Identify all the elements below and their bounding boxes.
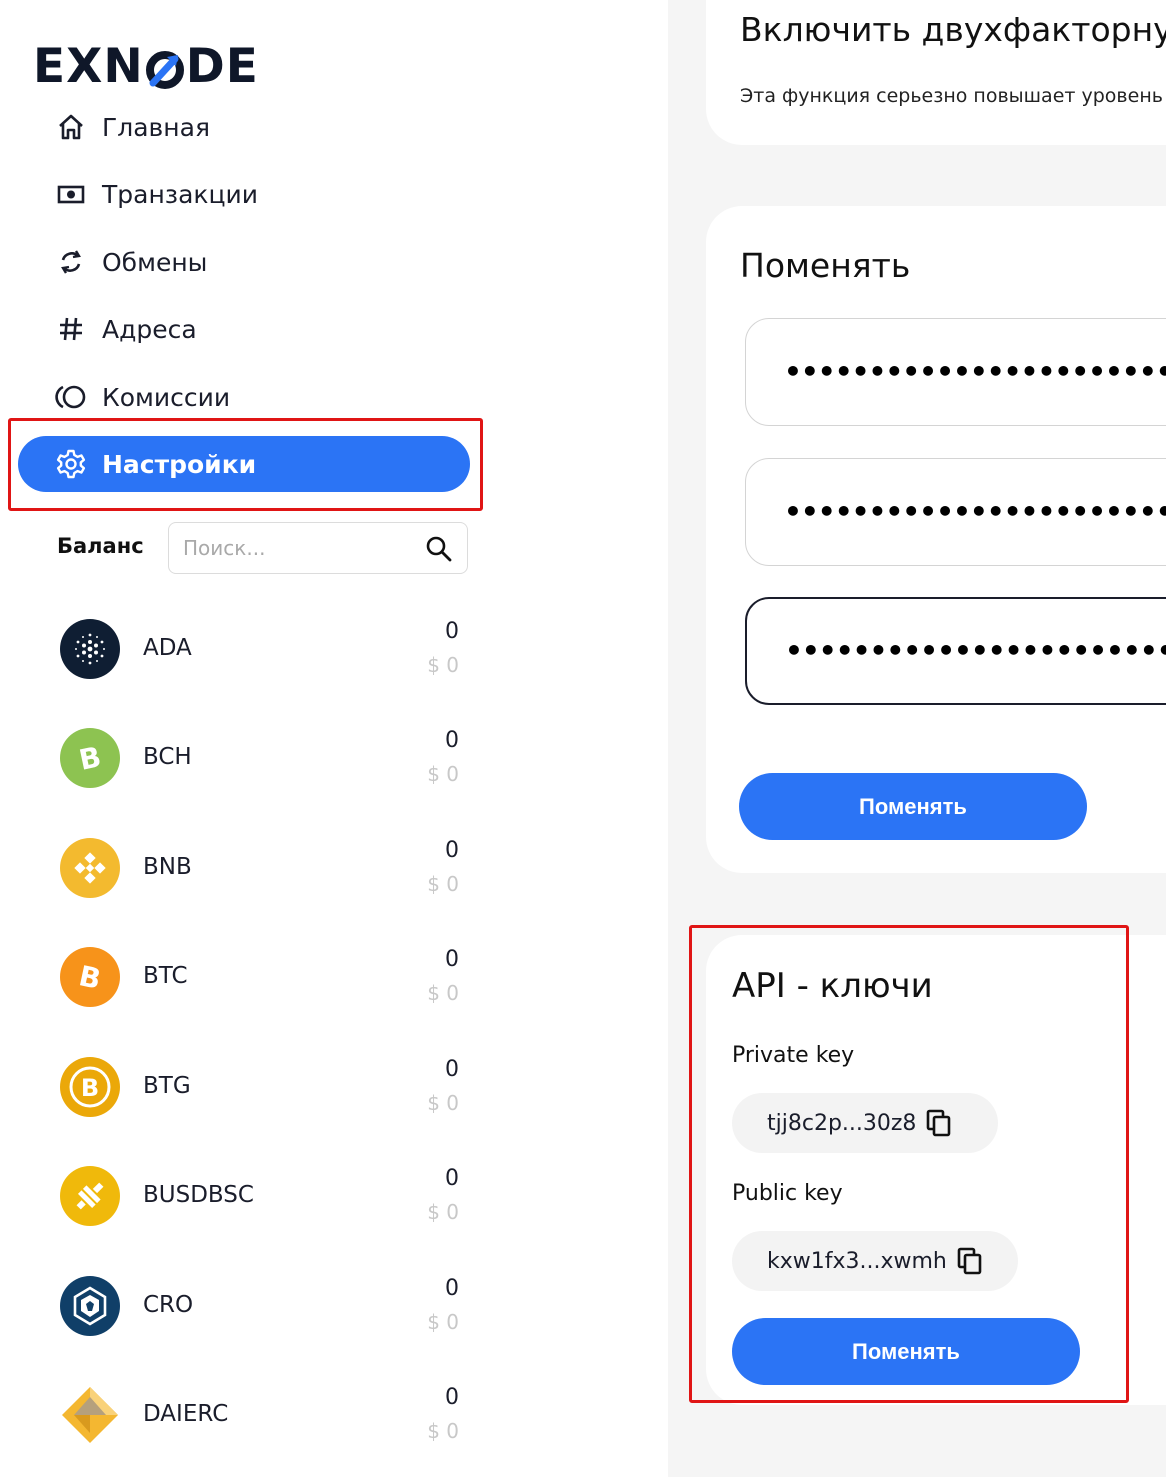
gear-icon bbox=[54, 447, 88, 481]
coin-usd: $ 0 bbox=[427, 872, 459, 896]
coin-name: CRO bbox=[143, 1292, 194, 1318]
password-dots: ••••••••••••••••••••••••• bbox=[784, 495, 1166, 528]
coin-usd: $ 0 bbox=[427, 1419, 459, 1443]
nav-item-transactions[interactable]: Транзакции bbox=[18, 166, 470, 222]
coin-amount: 0 bbox=[445, 728, 459, 753]
nav-label-addresses: Адреса bbox=[102, 314, 197, 344]
coin-usd: $ 0 bbox=[427, 981, 459, 1005]
logo-o-icon bbox=[145, 46, 185, 89]
two-factor-title: Включить двухфакторну bbox=[740, 10, 1166, 49]
coin-amount: 0 bbox=[445, 838, 459, 863]
coin-name: BCH bbox=[143, 744, 192, 770]
coin-amount: 0 bbox=[445, 1166, 459, 1191]
coin-row-daierc[interactable]: DAIERC 0 $ 0 bbox=[60, 1385, 462, 1451]
password-dots: ••••••••••••••••••••••••• bbox=[784, 355, 1166, 388]
svg-text:B: B bbox=[76, 740, 104, 777]
dai-icon bbox=[60, 1385, 120, 1445]
password-card-title: Поменять bbox=[740, 246, 911, 285]
svg-text:B: B bbox=[81, 1074, 99, 1102]
nav-item-home[interactable]: Главная bbox=[18, 99, 470, 155]
public-key-label: Public key bbox=[732, 1181, 843, 1206]
nav-label-exchanges: Обмены bbox=[102, 247, 208, 277]
coin-name: DAIERC bbox=[143, 1401, 229, 1427]
svg-text:B: B bbox=[76, 959, 104, 996]
home-icon bbox=[54, 110, 88, 144]
hash-icon bbox=[54, 312, 88, 346]
commission-icon bbox=[54, 380, 88, 414]
coin-usd: $ 0 bbox=[427, 1091, 459, 1115]
new-password-field[interactable]: ••••••••••••••••••••••••• bbox=[745, 458, 1166, 566]
nav-label-settings: Настройки bbox=[102, 449, 257, 479]
coin-row-btc[interactable]: B BTC 0 $ 0 bbox=[60, 947, 462, 1013]
coin-row-bnb[interactable]: BNB 0 $ 0 bbox=[60, 838, 462, 904]
coin-name: BUSDBSC bbox=[143, 1182, 254, 1208]
private-key-label: Private key bbox=[732, 1043, 855, 1068]
copy-icon[interactable] bbox=[957, 1247, 983, 1275]
search-input[interactable] bbox=[181, 535, 415, 561]
coin-row-btg[interactable]: B BTG 0 $ 0 bbox=[60, 1057, 462, 1123]
coin-row-ada[interactable]: ADA 0 $ 0 bbox=[60, 619, 462, 685]
two-factor-description: Эта функция серьезно повышает уровень bbox=[740, 85, 1163, 107]
coin-row-busdbsc[interactable]: BUSDBSC 0 $ 0 bbox=[60, 1166, 462, 1232]
private-key-value: tjj8c2p...30z8 bbox=[767, 1110, 917, 1136]
bch-icon: B bbox=[60, 728, 120, 788]
copy-icon[interactable] bbox=[926, 1109, 952, 1137]
password-dots: ••••••••••••••••••••••••• bbox=[785, 634, 1166, 667]
coin-amount: 0 bbox=[445, 1385, 459, 1410]
search-box[interactable] bbox=[168, 522, 468, 574]
search-icon[interactable] bbox=[425, 535, 453, 563]
refresh-icon bbox=[54, 245, 88, 279]
public-key-value: kxw1fx3...xwmh bbox=[767, 1248, 947, 1274]
coin-usd: $ 0 bbox=[427, 762, 459, 786]
nav-item-settings[interactable]: Настройки bbox=[18, 436, 470, 492]
logo-text-right: DE bbox=[185, 38, 259, 94]
nav-label-home: Главная bbox=[102, 112, 210, 142]
coin-name: BNB bbox=[143, 854, 192, 880]
coin-usd: $ 0 bbox=[427, 1200, 459, 1224]
coin-amount: 0 bbox=[445, 1276, 459, 1301]
bnb-icon bbox=[60, 838, 120, 898]
coin-amount: 0 bbox=[445, 619, 459, 644]
change-password-button[interactable]: Поменять bbox=[739, 773, 1087, 840]
public-key-pill[interactable]: kxw1fx3...xwmh bbox=[732, 1231, 1018, 1291]
btg-icon: B bbox=[60, 1057, 120, 1117]
balance-label: Баланс bbox=[57, 534, 144, 558]
nav-label-transactions: Транзакции bbox=[102, 179, 259, 209]
coin-usd: $ 0 bbox=[427, 653, 459, 677]
coin-name: ADA bbox=[143, 635, 192, 661]
current-password-field[interactable]: ••••••••••••••••••••••••• bbox=[745, 318, 1166, 426]
coin-usd: $ 0 bbox=[427, 1310, 459, 1334]
logo-text-left: EXN bbox=[33, 38, 144, 94]
private-key-pill[interactable]: tjj8c2p...30z8 bbox=[732, 1093, 998, 1153]
sidebar: EXN DE Главная Транзакции Обмены Адреса … bbox=[0, 0, 668, 1477]
busd-icon bbox=[60, 1166, 120, 1226]
change-api-keys-button[interactable]: Поменять bbox=[732, 1318, 1080, 1385]
confirm-password-field[interactable]: ••••••••••••••••••••••••• bbox=[745, 597, 1166, 705]
cash-icon bbox=[54, 177, 88, 211]
coin-row-bch[interactable]: B BCH 0 $ 0 bbox=[60, 728, 462, 794]
nav-item-commissions[interactable]: Комиссии bbox=[18, 369, 470, 425]
btc-icon: B bbox=[60, 947, 120, 1007]
coin-row-cro[interactable]: CRO 0 $ 0 bbox=[60, 1276, 462, 1342]
coin-amount: 0 bbox=[445, 1057, 459, 1082]
api-keys-title: API - ключи bbox=[732, 966, 933, 1006]
page: EXN DE Главная Транзакции Обмены Адреса … bbox=[0, 0, 1166, 1477]
ada-icon bbox=[60, 619, 120, 679]
nav-label-commissions: Комиссии bbox=[102, 382, 231, 412]
nav-item-addresses[interactable]: Адреса bbox=[18, 301, 470, 357]
coin-amount: 0 bbox=[445, 947, 459, 972]
nav-item-exchanges[interactable]: Обмены bbox=[18, 234, 470, 290]
coin-name: BTG bbox=[143, 1073, 191, 1099]
coin-name: BTC bbox=[143, 963, 188, 989]
cro-icon bbox=[60, 1276, 120, 1336]
exnode-logo[interactable]: EXN DE bbox=[33, 38, 259, 94]
